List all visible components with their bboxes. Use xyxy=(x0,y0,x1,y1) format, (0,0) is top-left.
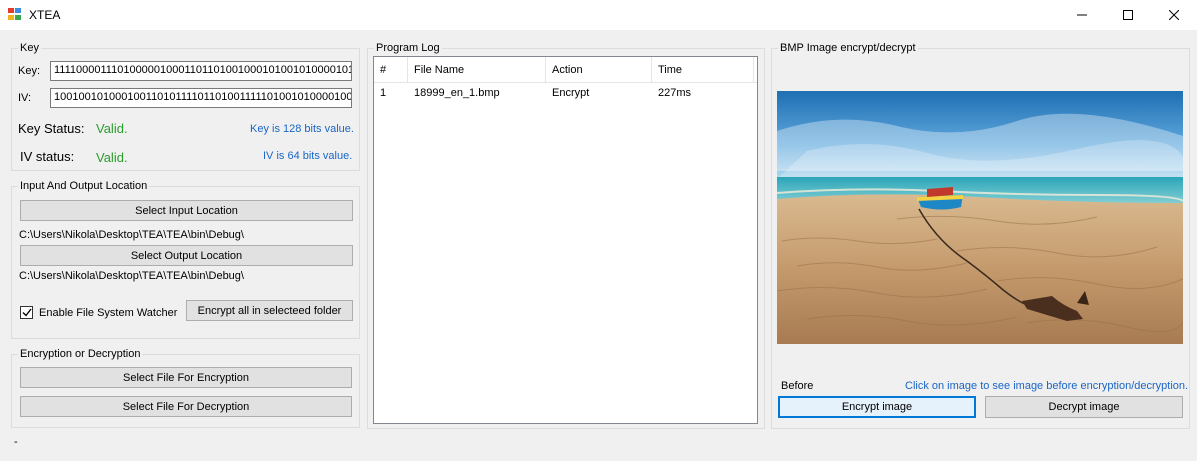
io-group-title: Input And Output Location xyxy=(18,180,150,193)
bmp-image-preview[interactable] xyxy=(777,91,1183,344)
row-number: 1 xyxy=(380,87,387,99)
maximize-icon xyxy=(1123,10,1133,20)
row-time: 227ms xyxy=(658,87,692,99)
select-output-button[interactable]: Select Output Location xyxy=(20,245,353,266)
encrypt-image-button[interactable]: Encrypt image xyxy=(778,396,976,418)
column-header-number[interactable]: # xyxy=(374,57,408,83)
input-path: C:\Users\Nikola\Desktop\TEA\TEA\bin\Debu… xyxy=(19,229,244,241)
iv-status-label: IV status: xyxy=(20,149,75,164)
checkmark-icon xyxy=(22,308,32,317)
row-file-name: 18999_en_1.bmp xyxy=(414,87,500,99)
select-decrypt-file-button[interactable]: Select File For Decryption xyxy=(20,396,352,417)
row-action: Encrypt xyxy=(552,87,590,99)
column-header-time[interactable]: Time xyxy=(652,57,754,83)
minimize-icon xyxy=(1077,14,1087,16)
beach-boat-image xyxy=(777,91,1183,344)
image-state-label: Before xyxy=(781,380,814,392)
select-encrypt-file-button[interactable]: Select File For Encryption xyxy=(20,367,352,388)
status-text: - xyxy=(14,436,18,448)
decrypt-image-button[interactable]: Decrypt image xyxy=(985,396,1183,418)
app-icon xyxy=(8,8,21,20)
key-status-value: Valid. xyxy=(96,121,128,136)
close-icon xyxy=(1169,10,1179,20)
watcher-label[interactable]: Enable File System Watcher xyxy=(39,307,177,319)
log-group-title: Program Log xyxy=(374,42,442,55)
watcher-checkbox[interactable] xyxy=(20,306,33,319)
key-group-title: Key xyxy=(18,42,41,55)
iv-input[interactable]: 1001001010001001101011110110100111110100… xyxy=(50,88,352,108)
title-bar: XTEA xyxy=(0,0,1197,30)
column-header-file-name[interactable]: File Name xyxy=(408,57,546,83)
image-hint: Click on image to see image before encry… xyxy=(905,380,1189,392)
output-path: C:\Users\Nikola\Desktop\TEA\TEA\bin\Debu… xyxy=(19,270,244,282)
bmp-group-title: BMP Image encrypt/decrypt xyxy=(778,42,918,55)
window-title: XTEA xyxy=(29,8,61,22)
select-input-button[interactable]: Select Input Location xyxy=(20,200,353,221)
iv-hint: IV is 64 bits value. xyxy=(263,150,353,162)
iv-status-value: Valid. xyxy=(96,150,128,165)
close-button[interactable] xyxy=(1151,0,1197,30)
key-input[interactable]: 1111000011101000001000110110100100010100… xyxy=(50,61,352,81)
minimize-button[interactable] xyxy=(1059,0,1105,30)
enc-group-title: Encryption or Decryption xyxy=(18,348,143,361)
iv-label: IV: xyxy=(18,92,32,104)
log-list[interactable]: # File Name Action Time 1 18999_en_1.bmp… xyxy=(373,56,758,424)
key-hint: Key is 128 bits value. xyxy=(250,123,354,135)
encrypt-all-button[interactable]: Encrypt all in selecteed folder xyxy=(186,300,353,321)
maximize-button[interactable] xyxy=(1105,0,1151,30)
log-list-header: # File Name Action Time xyxy=(374,57,757,83)
key-label: Key: xyxy=(18,65,41,77)
key-status-label: Key Status: xyxy=(18,121,85,136)
column-header-action[interactable]: Action xyxy=(546,57,652,83)
